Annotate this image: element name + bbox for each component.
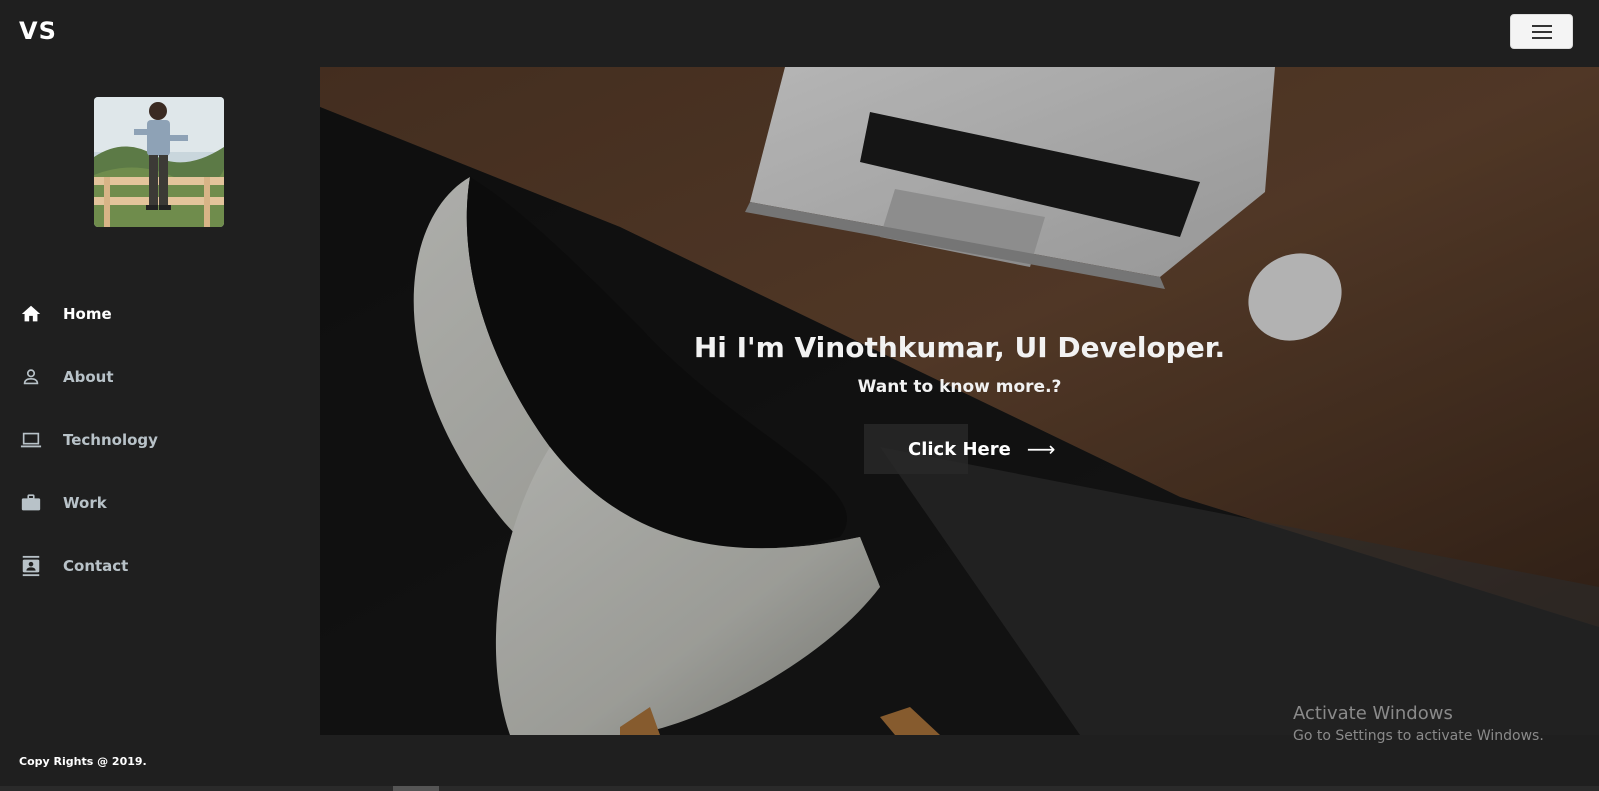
hero-title: Hi I'm Vinothkumar, UI Developer. xyxy=(693,331,1226,364)
avatar xyxy=(94,97,224,227)
sidebar-item-label: Home xyxy=(63,304,112,323)
briefcase-icon xyxy=(19,491,43,515)
watermark-subtitle: Go to Settings to activate Windows. xyxy=(1293,728,1544,744)
sidebar-item-label: About xyxy=(63,367,114,386)
person-icon xyxy=(19,365,43,389)
hero-banner: Hi I'm Vinothkumar, UI Developer. Want t… xyxy=(320,67,1599,735)
sidebar-item-work[interactable]: Work xyxy=(19,471,309,534)
sidebar-item-technology[interactable]: Technology xyxy=(19,408,309,471)
hamburger-menu-icon xyxy=(1531,24,1552,27)
sidebar-item-label: Technology xyxy=(63,430,158,449)
sidebar-item-about[interactable]: About xyxy=(19,345,309,408)
footer-copyright: Copy Rights @ 2019. xyxy=(19,755,147,768)
home-icon xyxy=(19,302,43,326)
sidebar-nav: Home About Technology Work Contact xyxy=(19,282,309,597)
arrow-right-icon: ⟶ xyxy=(1026,437,1056,461)
click-here-button[interactable]: Click Here ⟶ xyxy=(864,424,1056,474)
watermark-title: Activate Windows xyxy=(1293,703,1453,724)
hero-background-image xyxy=(320,67,1599,735)
sidebar-item-label: Work xyxy=(63,493,107,512)
site-logo[interactable]: VS xyxy=(19,17,57,45)
cta-label: Click Here xyxy=(908,438,1011,460)
laptop-icon xyxy=(19,428,43,452)
contact-card-icon xyxy=(19,554,43,578)
sidebar-item-home[interactable]: Home xyxy=(19,282,309,345)
sidebar-item-contact[interactable]: Contact xyxy=(19,534,309,597)
hero-subtitle: Want to know more.? xyxy=(857,377,1062,397)
horizontal-scrollbar[interactable] xyxy=(0,786,1599,791)
sidebar-item-label: Contact xyxy=(63,556,129,575)
scrollbar-thumb[interactable] xyxy=(393,786,439,791)
windows-activation-watermark: Activate Windows Go to Settings to activ… xyxy=(1293,703,1544,744)
menu-toggle-button[interactable] xyxy=(1510,14,1573,49)
